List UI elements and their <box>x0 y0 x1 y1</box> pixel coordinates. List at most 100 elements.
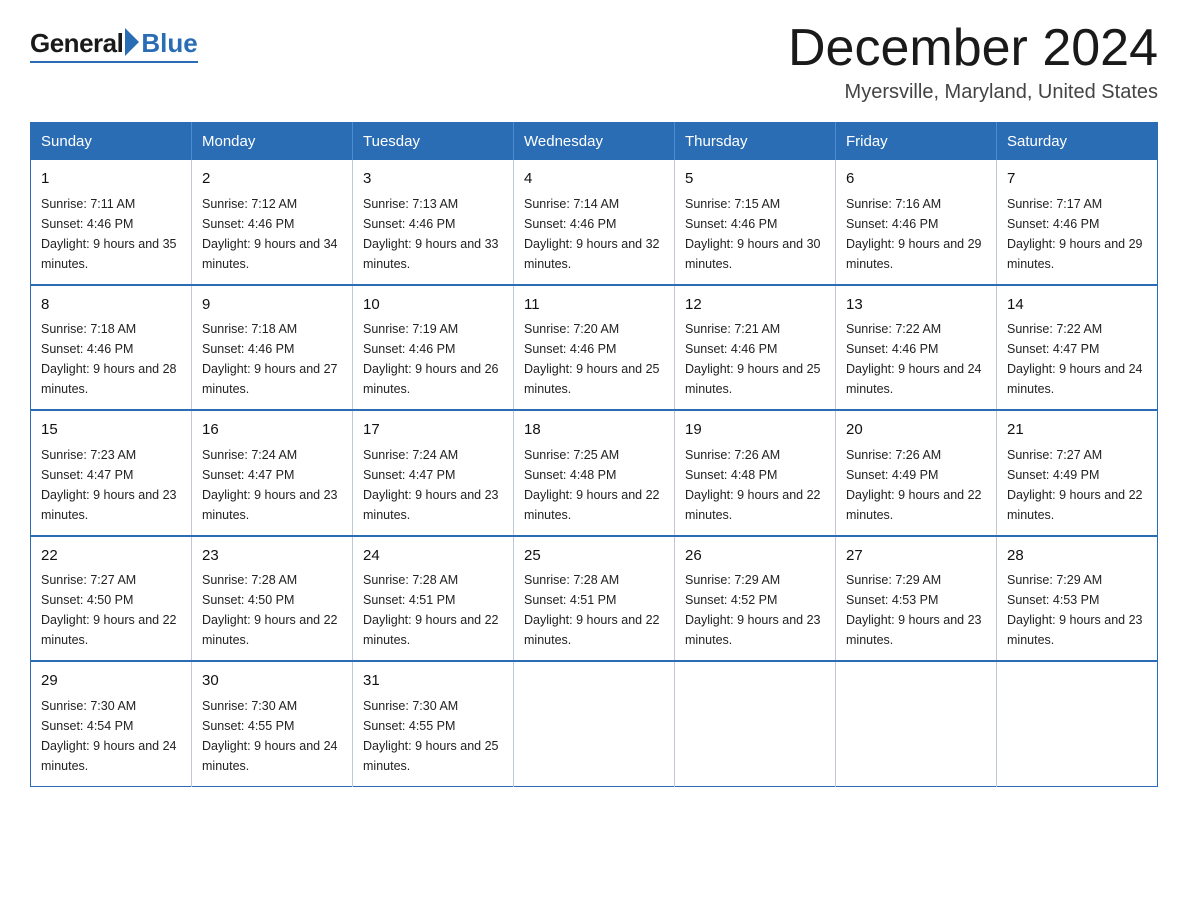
calendar-cell: 6 Sunrise: 7:16 AMSunset: 4:46 PMDayligh… <box>836 160 997 285</box>
calendar-cell: 2 Sunrise: 7:12 AMSunset: 4:46 PMDayligh… <box>192 160 353 285</box>
calendar-cell: 26 Sunrise: 7:29 AMSunset: 4:52 PMDaylig… <box>675 536 836 662</box>
calendar-cell: 14 Sunrise: 7:22 AMSunset: 4:47 PMDaylig… <box>997 285 1158 411</box>
header-tuesday: Tuesday <box>353 123 514 161</box>
day-number: 3 <box>363 168 503 191</box>
day-number: 28 <box>1007 545 1147 568</box>
calendar-cell: 30 Sunrise: 7:30 AMSunset: 4:55 PMDaylig… <box>192 661 353 786</box>
calendar-cell: 13 Sunrise: 7:22 AMSunset: 4:46 PMDaylig… <box>836 285 997 411</box>
day-number: 12 <box>685 294 825 317</box>
calendar-cell: 17 Sunrise: 7:24 AMSunset: 4:47 PMDaylig… <box>353 410 514 536</box>
day-info: Sunrise: 7:14 AMSunset: 4:46 PMDaylight:… <box>524 197 660 271</box>
day-info: Sunrise: 7:18 AMSunset: 4:46 PMDaylight:… <box>41 322 177 396</box>
header-monday: Monday <box>192 123 353 161</box>
calendar-cell: 4 Sunrise: 7:14 AMSunset: 4:46 PMDayligh… <box>514 160 675 285</box>
day-number: 29 <box>41 670 181 693</box>
header-wednesday: Wednesday <box>514 123 675 161</box>
header-thursday: Thursday <box>675 123 836 161</box>
day-number: 6 <box>846 168 986 191</box>
day-info: Sunrise: 7:22 AMSunset: 4:46 PMDaylight:… <box>846 322 982 396</box>
day-number: 14 <box>1007 294 1147 317</box>
location-subtitle: Myersville, Maryland, United States <box>788 81 1158 104</box>
calendar-cell: 9 Sunrise: 7:18 AMSunset: 4:46 PMDayligh… <box>192 285 353 411</box>
logo-underline <box>30 61 198 63</box>
logo: General Blue <box>30 28 198 63</box>
header-friday: Friday <box>836 123 997 161</box>
day-info: Sunrise: 7:13 AMSunset: 4:46 PMDaylight:… <box>363 197 499 271</box>
day-number: 8 <box>41 294 181 317</box>
day-number: 2 <box>202 168 342 191</box>
day-info: Sunrise: 7:25 AMSunset: 4:48 PMDaylight:… <box>524 448 660 522</box>
calendar-cell: 8 Sunrise: 7:18 AMSunset: 4:46 PMDayligh… <box>31 285 192 411</box>
day-number: 13 <box>846 294 986 317</box>
header-saturday: Saturday <box>997 123 1158 161</box>
day-number: 22 <box>41 545 181 568</box>
calendar-cell <box>997 661 1158 786</box>
day-number: 30 <box>202 670 342 693</box>
day-number: 20 <box>846 419 986 442</box>
day-info: Sunrise: 7:24 AMSunset: 4:47 PMDaylight:… <box>202 448 338 522</box>
day-number: 19 <box>685 419 825 442</box>
calendar-cell: 27 Sunrise: 7:29 AMSunset: 4:53 PMDaylig… <box>836 536 997 662</box>
calendar-header: SundayMondayTuesdayWednesdayThursdayFrid… <box>31 123 1158 161</box>
day-info: Sunrise: 7:17 AMSunset: 4:46 PMDaylight:… <box>1007 197 1143 271</box>
logo-general-text: General <box>30 28 123 59</box>
day-info: Sunrise: 7:30 AMSunset: 4:55 PMDaylight:… <box>363 699 499 773</box>
day-info: Sunrise: 7:28 AMSunset: 4:51 PMDaylight:… <box>363 573 499 647</box>
day-number: 10 <box>363 294 503 317</box>
calendar-cell: 5 Sunrise: 7:15 AMSunset: 4:46 PMDayligh… <box>675 160 836 285</box>
day-info: Sunrise: 7:29 AMSunset: 4:53 PMDaylight:… <box>1007 573 1143 647</box>
day-info: Sunrise: 7:22 AMSunset: 4:47 PMDaylight:… <box>1007 322 1143 396</box>
day-number: 27 <box>846 545 986 568</box>
day-number: 31 <box>363 670 503 693</box>
calendar-cell <box>836 661 997 786</box>
calendar-cell: 29 Sunrise: 7:30 AMSunset: 4:54 PMDaylig… <box>31 661 192 786</box>
page-header: General Blue December 2024 Myersville, M… <box>30 20 1158 104</box>
calendar-cell: 22 Sunrise: 7:27 AMSunset: 4:50 PMDaylig… <box>31 536 192 662</box>
day-info: Sunrise: 7:26 AMSunset: 4:48 PMDaylight:… <box>685 448 821 522</box>
calendar-cell: 24 Sunrise: 7:28 AMSunset: 4:51 PMDaylig… <box>353 536 514 662</box>
header-sunday: Sunday <box>31 123 192 161</box>
calendar-cell: 18 Sunrise: 7:25 AMSunset: 4:48 PMDaylig… <box>514 410 675 536</box>
calendar-week-3: 15 Sunrise: 7:23 AMSunset: 4:47 PMDaylig… <box>31 410 1158 536</box>
day-number: 7 <box>1007 168 1147 191</box>
calendar-cell: 15 Sunrise: 7:23 AMSunset: 4:47 PMDaylig… <box>31 410 192 536</box>
day-info: Sunrise: 7:16 AMSunset: 4:46 PMDaylight:… <box>846 197 982 271</box>
day-info: Sunrise: 7:11 AMSunset: 4:46 PMDaylight:… <box>41 197 177 271</box>
day-number: 15 <box>41 419 181 442</box>
calendar-cell: 3 Sunrise: 7:13 AMSunset: 4:46 PMDayligh… <box>353 160 514 285</box>
calendar-table: SundayMondayTuesdayWednesdayThursdayFrid… <box>30 122 1158 787</box>
day-info: Sunrise: 7:26 AMSunset: 4:49 PMDaylight:… <box>846 448 982 522</box>
calendar-cell: 10 Sunrise: 7:19 AMSunset: 4:46 PMDaylig… <box>353 285 514 411</box>
day-info: Sunrise: 7:21 AMSunset: 4:46 PMDaylight:… <box>685 322 821 396</box>
day-number: 24 <box>363 545 503 568</box>
calendar-week-4: 22 Sunrise: 7:27 AMSunset: 4:50 PMDaylig… <box>31 536 1158 662</box>
day-info: Sunrise: 7:30 AMSunset: 4:54 PMDaylight:… <box>41 699 177 773</box>
calendar-body: 1 Sunrise: 7:11 AMSunset: 4:46 PMDayligh… <box>31 160 1158 786</box>
calendar-week-2: 8 Sunrise: 7:18 AMSunset: 4:46 PMDayligh… <box>31 285 1158 411</box>
day-info: Sunrise: 7:29 AMSunset: 4:53 PMDaylight:… <box>846 573 982 647</box>
calendar-cell: 11 Sunrise: 7:20 AMSunset: 4:46 PMDaylig… <box>514 285 675 411</box>
day-info: Sunrise: 7:28 AMSunset: 4:50 PMDaylight:… <box>202 573 338 647</box>
calendar-cell: 1 Sunrise: 7:11 AMSunset: 4:46 PMDayligh… <box>31 160 192 285</box>
day-number: 26 <box>685 545 825 568</box>
day-info: Sunrise: 7:30 AMSunset: 4:55 PMDaylight:… <box>202 699 338 773</box>
day-info: Sunrise: 7:24 AMSunset: 4:47 PMDaylight:… <box>363 448 499 522</box>
day-number: 5 <box>685 168 825 191</box>
day-info: Sunrise: 7:23 AMSunset: 4:47 PMDaylight:… <box>41 448 177 522</box>
day-headers-row: SundayMondayTuesdayWednesdayThursdayFrid… <box>31 123 1158 161</box>
day-info: Sunrise: 7:20 AMSunset: 4:46 PMDaylight:… <box>524 322 660 396</box>
day-number: 17 <box>363 419 503 442</box>
day-number: 11 <box>524 294 664 317</box>
calendar-cell: 31 Sunrise: 7:30 AMSunset: 4:55 PMDaylig… <box>353 661 514 786</box>
day-info: Sunrise: 7:28 AMSunset: 4:51 PMDaylight:… <box>524 573 660 647</box>
calendar-cell: 23 Sunrise: 7:28 AMSunset: 4:50 PMDaylig… <box>192 536 353 662</box>
calendar-cell: 25 Sunrise: 7:28 AMSunset: 4:51 PMDaylig… <box>514 536 675 662</box>
day-number: 16 <box>202 419 342 442</box>
calendar-cell: 21 Sunrise: 7:27 AMSunset: 4:49 PMDaylig… <box>997 410 1158 536</box>
day-info: Sunrise: 7:19 AMSunset: 4:46 PMDaylight:… <box>363 322 499 396</box>
day-number: 25 <box>524 545 664 568</box>
calendar-cell: 20 Sunrise: 7:26 AMSunset: 4:49 PMDaylig… <box>836 410 997 536</box>
day-number: 21 <box>1007 419 1147 442</box>
day-number: 23 <box>202 545 342 568</box>
month-title: December 2024 <box>788 20 1158 77</box>
